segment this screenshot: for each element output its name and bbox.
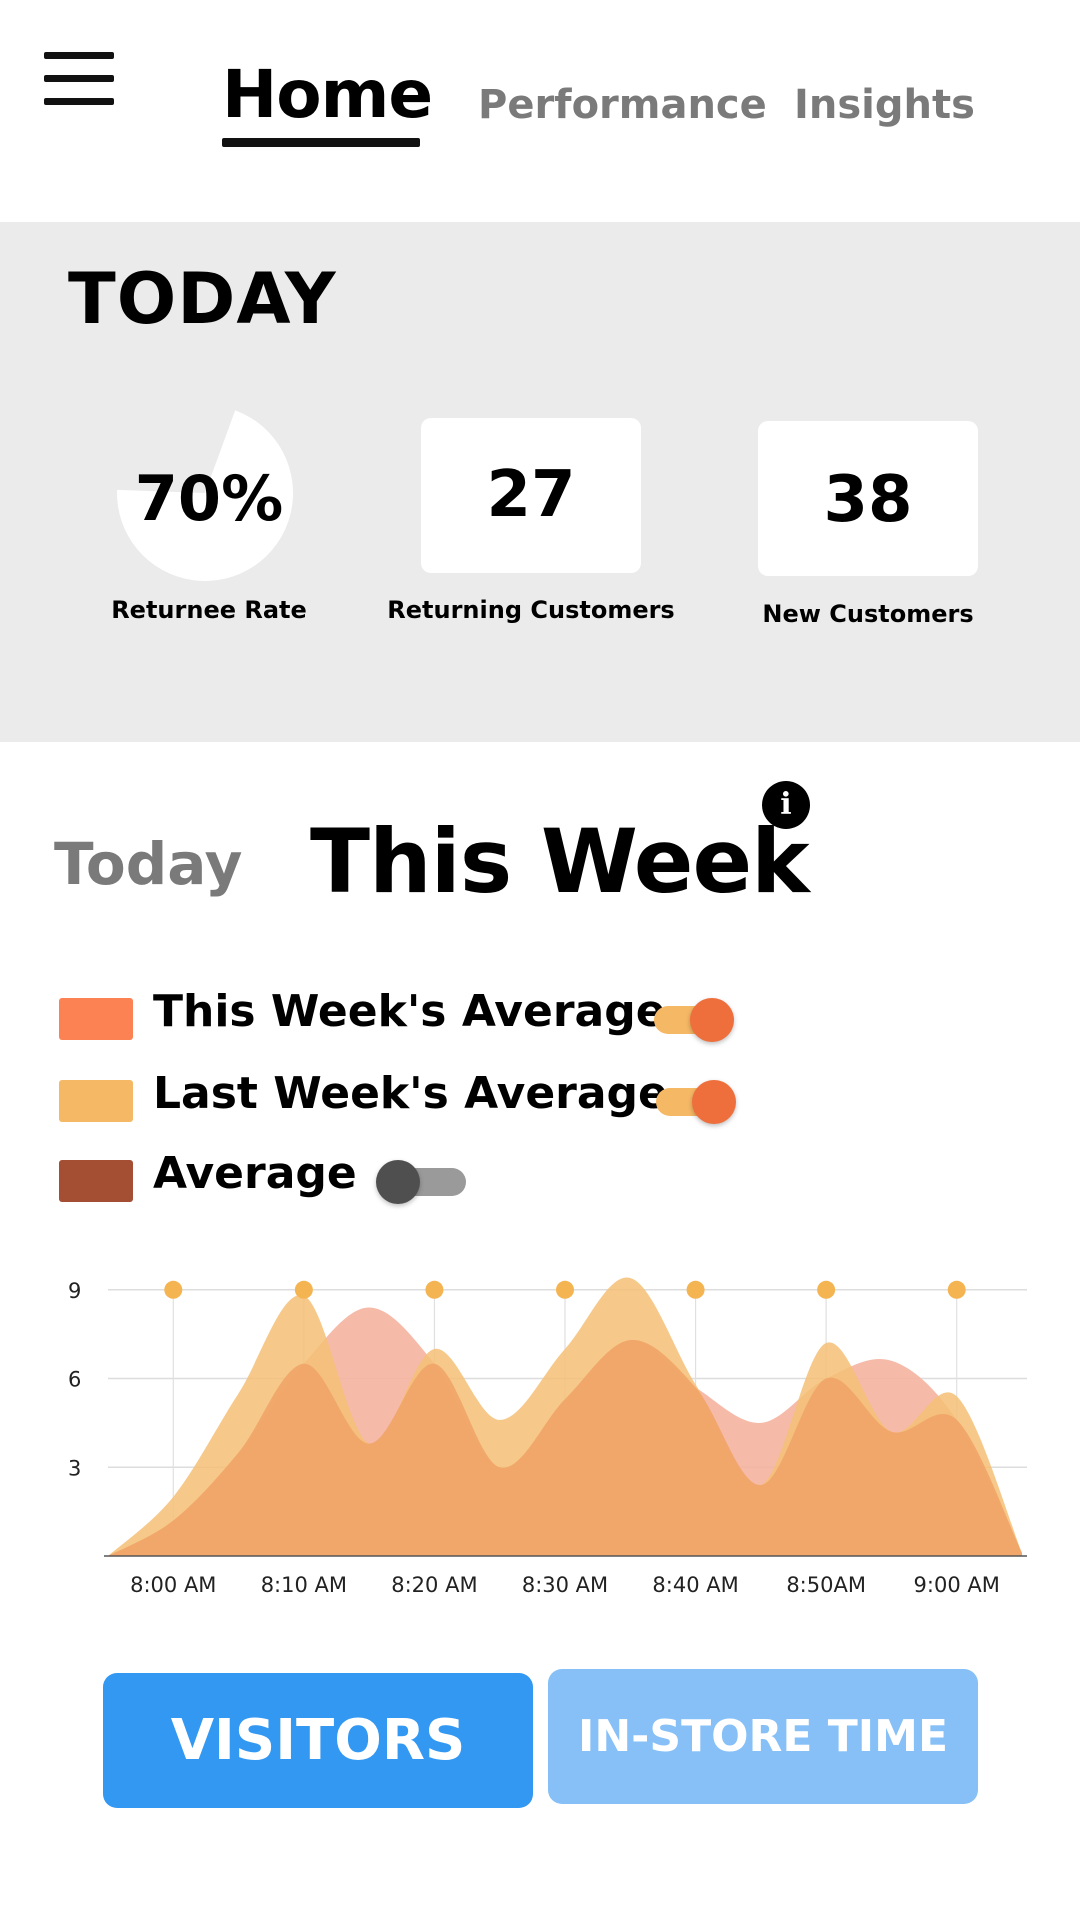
toggle-average[interactable]	[376, 1160, 466, 1204]
x-tick-label: 8:10 AM	[261, 1573, 347, 1597]
returnee-rate-value: 70%	[134, 462, 284, 535]
y-tick-label: 9	[68, 1279, 81, 1303]
x-tick-label: 9:00 AM	[914, 1573, 1000, 1597]
legend-swatch-average	[59, 1160, 133, 1202]
toggle-knob	[376, 1160, 420, 1204]
menu-icon[interactable]	[44, 52, 116, 106]
toggle-last-week[interactable]	[656, 1080, 736, 1124]
x-tick-label: 8:40 AM	[652, 1573, 738, 1597]
x-tick-label: 8:20 AM	[391, 1573, 477, 1597]
data-marker	[556, 1280, 574, 1299]
info-icon[interactable]: i	[762, 781, 810, 829]
legend-label-last-week: Last Week's Average	[153, 1068, 668, 1119]
legend-label-this-week: This Week's Average	[153, 986, 666, 1037]
visitors-area-chart: 3 6 9 8:00 AM 8:10 AM 8:20 AM 8:30 AM 8:40 AM 8:…	[68, 1277, 1027, 1597]
tab-home[interactable]: Home	[222, 56, 433, 133]
data-marker	[686, 1280, 705, 1299]
tab-performance[interactable]: Performance	[478, 82, 767, 128]
x-tick-label: 8:50AM	[786, 1573, 866, 1597]
x-tick-label: 8:30 AM	[522, 1573, 608, 1597]
legend-swatch-last-week	[59, 1080, 133, 1122]
returning-customers-label: Returning Customers	[387, 596, 675, 624]
legend-swatch-this-week	[59, 998, 133, 1040]
x-tick-label: 8:00 AM	[130, 1573, 216, 1597]
toggle-knob	[690, 998, 734, 1042]
tab-today[interactable]: Today	[54, 830, 242, 898]
toggle-this-week[interactable]	[654, 998, 734, 1042]
data-marker	[947, 1280, 966, 1299]
returning-customers-value: 27	[486, 458, 576, 532]
legend-label-average: Average	[153, 1148, 357, 1199]
data-marker	[425, 1280, 444, 1299]
returnee-rate-label: Returnee Rate	[111, 596, 307, 624]
y-tick-label: 6	[68, 1368, 81, 1392]
data-marker	[294, 1280, 313, 1299]
data-marker	[817, 1280, 836, 1299]
data-marker	[164, 1280, 183, 1299]
new-customers-label: New Customers	[762, 600, 974, 628]
tab-insights[interactable]: Insights	[794, 82, 975, 128]
active-tab-underline	[222, 138, 420, 147]
today-title: TODAY	[68, 258, 337, 340]
y-tick-label: 3	[68, 1456, 81, 1480]
tab-this-week[interactable]: This Week	[310, 810, 810, 913]
in-store-time-button[interactable]: IN-STORE TIME	[548, 1669, 978, 1804]
toggle-knob	[692, 1080, 736, 1124]
new-customers-value: 38	[823, 463, 913, 537]
visitors-button[interactable]: VISITORS	[103, 1673, 533, 1808]
